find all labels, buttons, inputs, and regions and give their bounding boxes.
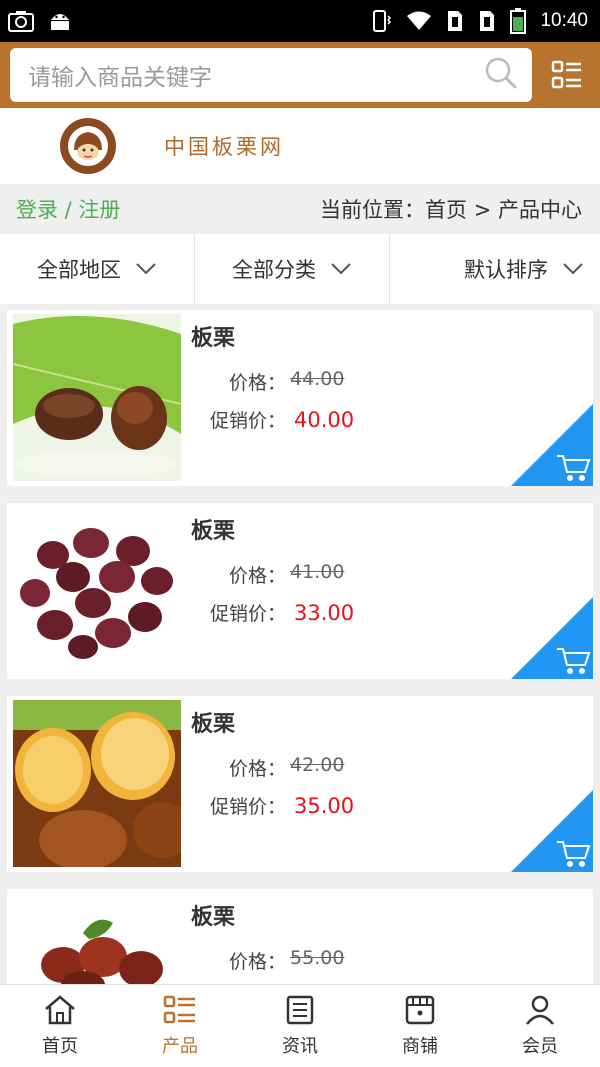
product-list: 板栗 价格： 44.00 促销价： 40.00 板栗 价格： 41.00 促销价… (7, 310, 593, 1067)
price-label: 价格： (229, 372, 287, 394)
chevron-down-icon (136, 263, 156, 275)
site-logo-bar: 中国板栗网 (0, 108, 600, 184)
promo-label: 促销价： (210, 603, 287, 625)
product-image[interactable] (13, 314, 181, 481)
nav-label: 资讯 (282, 1036, 318, 1057)
sim1-icon (446, 9, 464, 33)
filter-bar: 全部地区 全部分类 默认排序 (0, 234, 600, 304)
price-label: 价格： (229, 951, 287, 973)
nav-label: 产品 (162, 1036, 198, 1057)
status-bar: 10:40 (0, 0, 600, 42)
bottom-nav: 首页 产品 资讯 商铺 会员 (0, 984, 600, 1067)
promo-value: 33.00 (294, 600, 355, 625)
promo-price: 促销价： 40.00 (210, 406, 354, 433)
chevron-down-icon (331, 263, 351, 275)
site-logo[interactable] (60, 118, 116, 174)
current-location: 当前位置：首页 > 产品中心 (320, 198, 582, 222)
filter-label: 全部分类 (232, 258, 316, 282)
screenshot-icon (8, 10, 34, 32)
search-input[interactable]: 请输入商品关键字 (10, 48, 532, 102)
promo-value: 35.00 (294, 793, 355, 818)
price-label: 价格： (229, 565, 287, 587)
product-name[interactable]: 板栗 (191, 899, 235, 931)
search-placeholder: 请输入商品关键字 (28, 65, 212, 91)
wifi-icon (406, 10, 432, 32)
promo-label: 促销价： (210, 796, 287, 818)
filter-category[interactable]: 全部分类 (195, 234, 390, 304)
search-icon[interactable] (484, 56, 518, 94)
nav-label: 商铺 (402, 1036, 438, 1057)
home-icon (45, 995, 75, 1025)
price-value: 42.00 (290, 754, 345, 776)
promo-price: 促销价： 33.00 (210, 599, 354, 626)
product-card[interactable]: 板栗 价格： 44.00 促销价： 40.00 (7, 310, 593, 486)
product-name[interactable]: 板栗 (191, 706, 235, 738)
news-icon (286, 995, 314, 1025)
original-price: 价格： 44.00 (229, 368, 344, 395)
original-price: 价格： 42.00 (229, 754, 344, 781)
product-card[interactable]: 板栗 价格： 41.00 促销价： 33.00 (7, 503, 593, 679)
promo-price: 促销价： 35.00 (210, 792, 354, 819)
category-menu-button[interactable] (550, 58, 584, 92)
product-name[interactable]: 板栗 (191, 513, 235, 545)
filter-label: 全部地区 (37, 258, 121, 282)
product-image[interactable] (13, 700, 181, 867)
clock: 10:40 (540, 10, 588, 31)
nav-label: 会员 (522, 1036, 558, 1057)
shop-icon (405, 995, 435, 1025)
product-list-icon (163, 995, 195, 1024)
nav-news[interactable]: 资讯 (240, 985, 360, 1067)
product-card[interactable]: 板栗 价格： 42.00 促销价： 35.00 (7, 696, 593, 872)
promo-label: 促销价： (210, 410, 287, 432)
site-name: 中国板栗网 (164, 135, 284, 159)
add-to-cart-button[interactable] (511, 597, 593, 679)
user-icon (526, 995, 554, 1025)
add-to-cart-button[interactable] (511, 790, 593, 872)
add-to-cart-button[interactable] (511, 404, 593, 486)
price-value: 55.00 (290, 947, 345, 969)
filter-region[interactable]: 全部地区 (0, 234, 195, 304)
list-menu-icon (551, 60, 581, 89)
battery-icon (510, 8, 527, 34)
sim2-icon (478, 9, 496, 33)
login-register-link[interactable]: 登录 / 注册 (16, 194, 120, 224)
product-name[interactable]: 板栗 (191, 320, 235, 352)
nav-products[interactable]: 产品 (120, 985, 240, 1067)
app-header: 请输入商品关键字 (0, 42, 600, 108)
price-value: 44.00 (290, 368, 345, 390)
nav-label: 首页 (42, 1036, 78, 1057)
android-icon (48, 10, 72, 32)
original-price: 价格： 41.00 (229, 561, 344, 588)
promo-value: 40.00 (294, 407, 355, 432)
chevron-down-icon (563, 263, 583, 275)
nav-shops[interactable]: 商铺 (360, 985, 480, 1067)
price-label: 价格： (229, 758, 287, 780)
filter-label: 默认排序 (464, 258, 548, 282)
nav-member[interactable]: 会员 (480, 985, 600, 1067)
original-price: 价格： 55.00 (229, 947, 344, 974)
product-image[interactable] (13, 507, 181, 674)
vibrate-icon (370, 9, 392, 33)
nav-home[interactable]: 首页 (0, 985, 120, 1067)
filter-sort[interactable]: 默认排序 (390, 234, 600, 304)
breadcrumb: 登录 / 注册 当前位置：首页 > 产品中心 (0, 184, 600, 234)
price-value: 41.00 (290, 561, 345, 583)
